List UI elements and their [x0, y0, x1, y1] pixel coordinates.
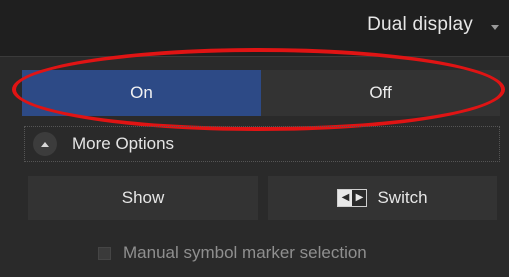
off-button[interactable]: Off	[261, 70, 500, 116]
switch-button-label: Switch	[377, 188, 428, 207]
chevron-down-icon	[491, 25, 499, 30]
switch-button[interactable]: ◀ ▶ Switch	[268, 176, 497, 220]
dual-display-panel: Dual display On Off More Options Show ◀ …	[0, 0, 509, 277]
manual-marker-checkbox-row[interactable]: Manual symbol marker selection	[98, 240, 367, 266]
dropdown-title: Dual display	[367, 14, 473, 35]
more-options-label: More Options	[72, 134, 175, 153]
chevron-up-icon	[33, 132, 57, 156]
swap-arrows-icon: ◀ ▶	[337, 189, 368, 207]
on-off-toggle: On Off	[22, 70, 500, 116]
manual-marker-checkbox[interactable]	[98, 246, 111, 260]
on-button[interactable]: On	[22, 70, 261, 116]
show-button-label: Show	[121, 188, 165, 207]
show-button[interactable]: Show	[28, 176, 258, 220]
manual-marker-label: Manual symbol marker selection	[123, 243, 367, 262]
more-options-toggle[interactable]: More Options	[24, 126, 500, 162]
dual-display-dropdown[interactable]: Dual display	[0, 0, 509, 57]
